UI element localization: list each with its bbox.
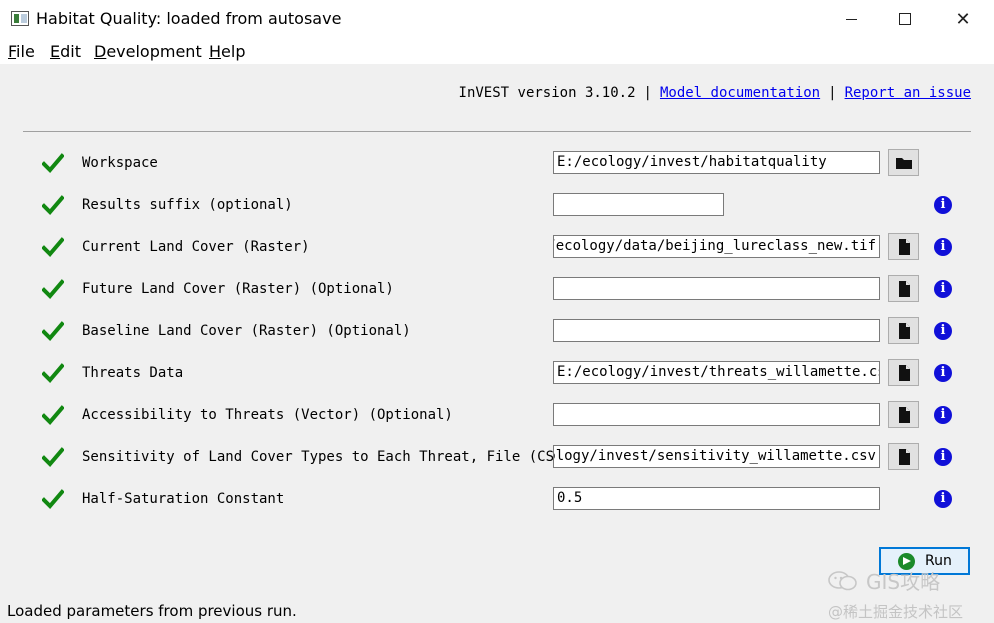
file-icon xyxy=(898,280,910,297)
input-value: 0.5 xyxy=(557,490,583,506)
close-button[interactable]: ✕ xyxy=(936,0,990,38)
app-icon xyxy=(11,11,29,26)
input-row: Half-Saturation Constant 0.5 i xyxy=(0,483,994,517)
watermark-subtitle: @稀土掘金技术社区 xyxy=(828,603,964,621)
separator: | xyxy=(643,85,652,101)
info-icon[interactable]: i xyxy=(934,364,952,382)
folder-icon xyxy=(895,157,912,169)
browse-file-button[interactable] xyxy=(888,275,919,302)
checkmark-icon xyxy=(42,279,64,299)
file-icon xyxy=(898,364,910,381)
input-field[interactable]: 0.5 xyxy=(553,487,880,510)
checkmark-icon xyxy=(42,153,64,173)
input-field[interactable]: E:/ecology/invest/threats_willamette.csv xyxy=(553,361,880,384)
checkmark-icon xyxy=(42,405,64,425)
input-field[interactable] xyxy=(553,319,880,342)
watermark: GIS攻略 @稀土掘金技术社区 xyxy=(828,566,963,622)
model-documentation-link[interactable]: Model documentation xyxy=(660,85,820,101)
menu-help[interactable]: Help xyxy=(209,42,245,61)
title-bar[interactable]: Habitat Quality: loaded from autosave ✕ xyxy=(0,0,994,38)
input-field[interactable]: E:/ecology/invest/sensitivity_willamette… xyxy=(553,445,880,468)
input-field[interactable]: E:/ecology/data/beijing_lureclass_new.ti… xyxy=(553,235,880,258)
input-label: Sensitivity of Land Cover Types to Each … xyxy=(82,449,571,465)
input-label: Results suffix (optional) xyxy=(82,197,293,213)
watermark-title: GIS攻略 xyxy=(866,570,941,594)
menu-edit[interactable]: Edit xyxy=(50,42,81,61)
input-row: Future Land Cover (Raster) (Optional) i xyxy=(0,273,994,307)
minimize-button[interactable] xyxy=(824,0,878,38)
input-field[interactable] xyxy=(553,193,724,216)
input-field[interactable] xyxy=(553,403,880,426)
maximize-button[interactable] xyxy=(878,0,932,38)
info-icon[interactable]: i xyxy=(934,280,952,298)
wechat-logo-icon xyxy=(828,570,857,590)
input-row: Workspace E:/ecology/invest/habitatqualit… xyxy=(0,147,994,181)
file-icon xyxy=(898,238,910,255)
input-value: E:/ecology/data/beijing_lureclass_new.ti… xyxy=(553,238,876,254)
report-issue-link[interactable]: Report an issue xyxy=(845,85,971,101)
file-icon xyxy=(898,406,910,423)
checkmark-icon xyxy=(42,489,64,509)
input-label: Half-Saturation Constant xyxy=(82,491,285,507)
input-label: Future Land Cover (Raster) (Optional) xyxy=(82,281,394,297)
input-row: Baseline Land Cover (Raster) (Optional) i xyxy=(0,315,994,349)
input-label: Workspace xyxy=(82,155,158,171)
info-icon[interactable]: i xyxy=(934,406,952,424)
file-icon xyxy=(898,448,910,465)
browse-file-button[interactable] xyxy=(888,359,919,386)
input-value: E:/ecology/invest/sensitivity_willamette… xyxy=(554,448,876,464)
separator: | xyxy=(828,85,837,101)
version-text: InVEST version 3.10.2 xyxy=(458,85,636,101)
info-icon[interactable]: i xyxy=(934,448,952,466)
maximize-icon xyxy=(899,13,911,25)
input-value: E:/ecology/invest/habitatquality xyxy=(557,154,827,170)
input-row: Threats Data E:/ecology/invest/threats_wi… xyxy=(0,357,994,391)
input-row: Current Land Cover (Raster) E:/ecology/da… xyxy=(0,231,994,265)
input-field[interactable] xyxy=(553,277,880,300)
browse-file-button[interactable] xyxy=(888,401,919,428)
checkmark-icon xyxy=(42,363,64,383)
browse-file-button[interactable] xyxy=(888,443,919,470)
version-line: InVEST version 3.10.2 | Model documentatio… xyxy=(459,85,971,101)
input-label: Accessibility to Threats (Vector) (Optio… xyxy=(82,407,453,423)
input-label: Baseline Land Cover (Raster) (Optional) xyxy=(82,323,411,339)
window-title: Habitat Quality: loaded from autosave xyxy=(36,9,342,28)
info-icon[interactable]: i xyxy=(934,322,952,340)
input-label: Threats Data xyxy=(82,365,184,381)
close-icon: ✕ xyxy=(955,8,971,30)
menu-file[interactable]: File xyxy=(8,42,35,61)
info-icon[interactable]: i xyxy=(934,238,952,256)
file-icon xyxy=(898,322,910,339)
browse-file-button[interactable] xyxy=(888,233,919,260)
input-value: E:/ecology/invest/threats_willamette.csv xyxy=(557,364,880,380)
input-row: Results suffix (optional) i xyxy=(0,189,994,223)
checkmark-icon xyxy=(42,237,64,257)
input-field[interactable]: E:/ecology/invest/habitatquality xyxy=(553,151,880,174)
browse-folder-button[interactable] xyxy=(888,149,919,176)
checkmark-icon xyxy=(42,321,64,341)
checkmark-icon xyxy=(42,195,64,215)
input-row: Accessibility to Threats (Vector) (Optio… xyxy=(0,399,994,433)
input-row: Sensitivity of Land Cover Types to Each … xyxy=(0,441,994,475)
menu-bar: File Edit Development Help xyxy=(0,38,994,64)
info-icon[interactable]: i xyxy=(934,490,952,508)
info-icon[interactable]: i xyxy=(934,196,952,214)
checkmark-icon xyxy=(42,447,64,467)
header-divider xyxy=(23,131,971,132)
browse-file-button[interactable] xyxy=(888,317,919,344)
input-label: Current Land Cover (Raster) xyxy=(82,239,310,255)
minimize-icon xyxy=(845,18,857,20)
menu-development[interactable]: Development xyxy=(94,42,202,61)
status-bar-text: Loaded parameters from previous run. xyxy=(7,602,297,620)
